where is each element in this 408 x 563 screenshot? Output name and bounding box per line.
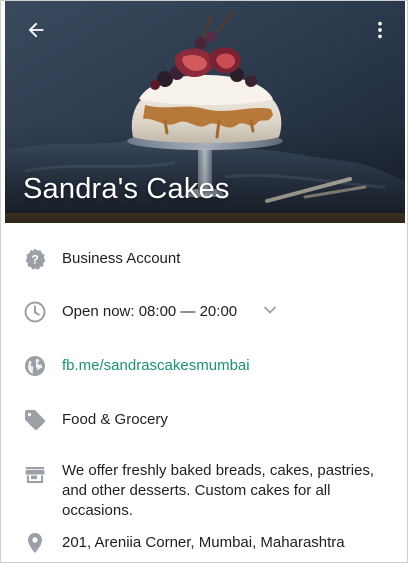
store-icon xyxy=(22,462,48,488)
question-badge-icon: ? xyxy=(22,246,48,272)
category-label: Food & Grocery xyxy=(62,411,168,428)
more-vertical-icon xyxy=(378,21,382,39)
hours-text: Open now: 08:00 — 20:00 xyxy=(62,302,395,322)
description-row: We offer freshly baked breads, cakes, pa… xyxy=(1,460,407,519)
cover-photo: Sandra's Cakes xyxy=(5,1,405,223)
location-pin-icon xyxy=(22,530,48,556)
business-profile-screen: Sandra's Cakes ? Business Account Open n… xyxy=(0,0,408,563)
hours-row[interactable]: Open now: 08:00 — 20:00 xyxy=(1,299,407,325)
account-type-label: Business Account xyxy=(62,250,181,267)
svg-text:?: ? xyxy=(31,253,38,267)
website-row[interactable]: fb.me/sandrascakesmumbai xyxy=(1,353,407,379)
category-row: Food & Grocery xyxy=(1,407,407,433)
website-link[interactable]: fb.me/sandrascakesmumbai xyxy=(62,356,395,376)
back-button[interactable] xyxy=(19,13,53,47)
address-label: 201, Areniia Corner, Mumbai, Maharashtra xyxy=(62,534,345,551)
clock-icon xyxy=(22,299,48,325)
arrow-left-icon xyxy=(28,22,44,38)
more-options-button[interactable] xyxy=(363,13,397,47)
globe-icon xyxy=(22,353,48,379)
chevron-down-icon[interactable] xyxy=(263,301,277,321)
address-row[interactable]: 201, Areniia Corner, Mumbai, Maharashtra xyxy=(1,530,407,556)
account-type-row: ? Business Account xyxy=(1,246,407,272)
hours-label: Open now: 08:00 — 20:00 xyxy=(62,303,238,320)
description-text: We offer freshly baked breads, cakes, pa… xyxy=(62,462,375,519)
tag-icon xyxy=(22,407,48,433)
business-name-title: Sandra's Cakes xyxy=(23,173,230,205)
